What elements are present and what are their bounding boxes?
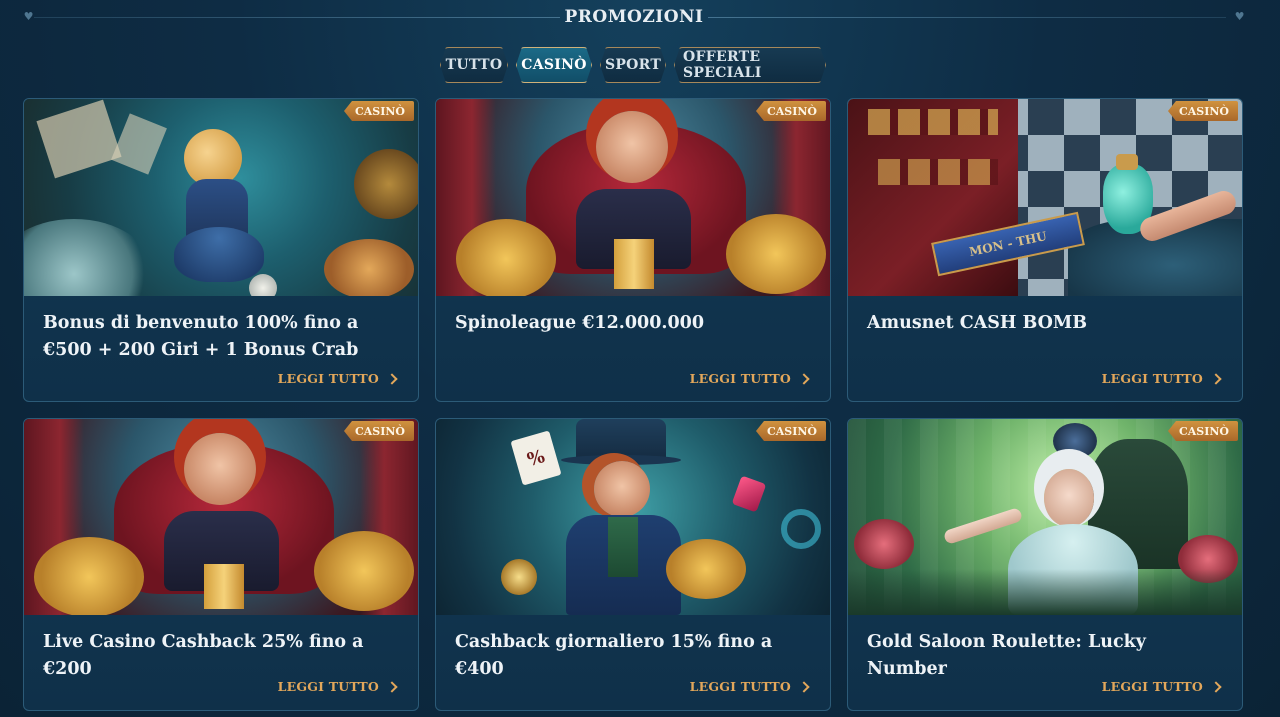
promotions-page: ♥ PROMOZIONI ♥ TUTTO CASINÒ SPORT OFFERT… — [0, 0, 1280, 717]
tab-casino[interactable]: CASINÒ — [516, 47, 592, 83]
read-more-label: LEGGI TUTTO — [277, 371, 379, 386]
read-more-link[interactable]: LEGGI TUTTO — [1101, 371, 1222, 386]
promo-image-queen[interactable]: CASINÒ — [24, 419, 418, 615]
promo-title: Spinoleague €12.000.000 — [455, 313, 704, 333]
promo-image-hatter[interactable]: % CASINÒ — [436, 419, 830, 615]
promo-image-alice[interactable]: CASINÒ — [24, 99, 418, 296]
read-more-link[interactable]: LEGGI TUTTO — [277, 679, 398, 694]
promo-card[interactable]: CASINÒ Spinoleague €12.000.000 LEGGI TUT… — [435, 98, 831, 402]
promo-title: Bonus di benvenuto 100% fino a €500 + 20… — [43, 313, 359, 360]
read-more-link[interactable]: LEGGI TUTTO — [1101, 679, 1222, 694]
read-more-label: LEGGI TUTTO — [1101, 371, 1203, 386]
category-tabs: TUTTO CASINÒ SPORT OFFERTE SPECIALI — [440, 47, 826, 85]
read-more-link[interactable]: LEGGI TUTTO — [689, 371, 810, 386]
tab-all[interactable]: TUTTO — [440, 47, 508, 83]
casino-badge: CASINÒ — [343, 421, 414, 441]
read-more-label: LEGGI TUTTO — [1101, 679, 1203, 694]
promo-card[interactable]: MON - THU CASINÒ Amusnet CASH BOMB LEGGI… — [847, 98, 1243, 402]
page-title: PROMOZIONI — [564, 7, 704, 27]
chevron-right-icon — [386, 680, 398, 693]
read-more-label: LEGGI TUTTO — [277, 679, 379, 694]
chevron-right-icon — [1210, 372, 1222, 385]
chevron-right-icon — [798, 680, 810, 693]
read-more-label: LEGGI TUTTO — [689, 679, 791, 694]
chevron-right-icon — [1210, 680, 1222, 693]
promo-image-white-queen[interactable]: CASINÒ — [848, 419, 1242, 615]
casino-badge: CASINÒ — [1167, 421, 1238, 441]
heart-ornament-icon: ♥ — [23, 10, 34, 23]
chevron-right-icon — [798, 372, 810, 385]
promo-card[interactable]: CASINÒ Bonus di benvenuto 100% fino a €5… — [23, 98, 419, 402]
promo-card[interactable]: CASINÒ Gold Saloon Roulette: Lucky Numbe… — [847, 418, 1243, 711]
read-more-label: LEGGI TUTTO — [689, 371, 791, 386]
promo-card[interactable]: % CASINÒ Cashback giornaliero 15% fino a… — [435, 418, 831, 711]
casino-badge: CASINÒ — [343, 101, 414, 121]
read-more-link[interactable]: LEGGI TUTTO — [689, 679, 810, 694]
promo-image-queen[interactable]: CASINÒ — [436, 99, 830, 296]
tab-sport[interactable]: SPORT — [600, 47, 666, 83]
header-divider-left — [34, 17, 560, 18]
casino-badge: CASINÒ — [755, 101, 826, 121]
promotions-header: ♥ PROMOZIONI ♥ — [0, 0, 1280, 40]
promo-title: Live Casino Cashback 25% fino a €200 — [43, 632, 364, 679]
heart-ornament-icon: ♥ — [1234, 10, 1245, 23]
percent-card: % — [510, 430, 562, 486]
tab-special-offers[interactable]: OFFERTE SPECIALI — [674, 47, 826, 83]
casino-badge: CASINÒ — [755, 421, 826, 441]
promo-title: Amusnet CASH BOMB — [867, 313, 1087, 333]
promo-title: Gold Saloon Roulette: Lucky Number — [867, 632, 1146, 679]
read-more-link[interactable]: LEGGI TUTTO — [277, 371, 398, 386]
promo-image-potion[interactable]: MON - THU CASINÒ — [848, 99, 1242, 296]
casino-badge: CASINÒ — [1167, 101, 1238, 121]
promo-title: Cashback giornaliero 15% fino a €400 — [455, 632, 773, 679]
promo-card[interactable]: CASINÒ Live Casino Cashback 25% fino a €… — [23, 418, 419, 711]
header-divider-right — [708, 17, 1226, 18]
chevron-right-icon — [386, 372, 398, 385]
